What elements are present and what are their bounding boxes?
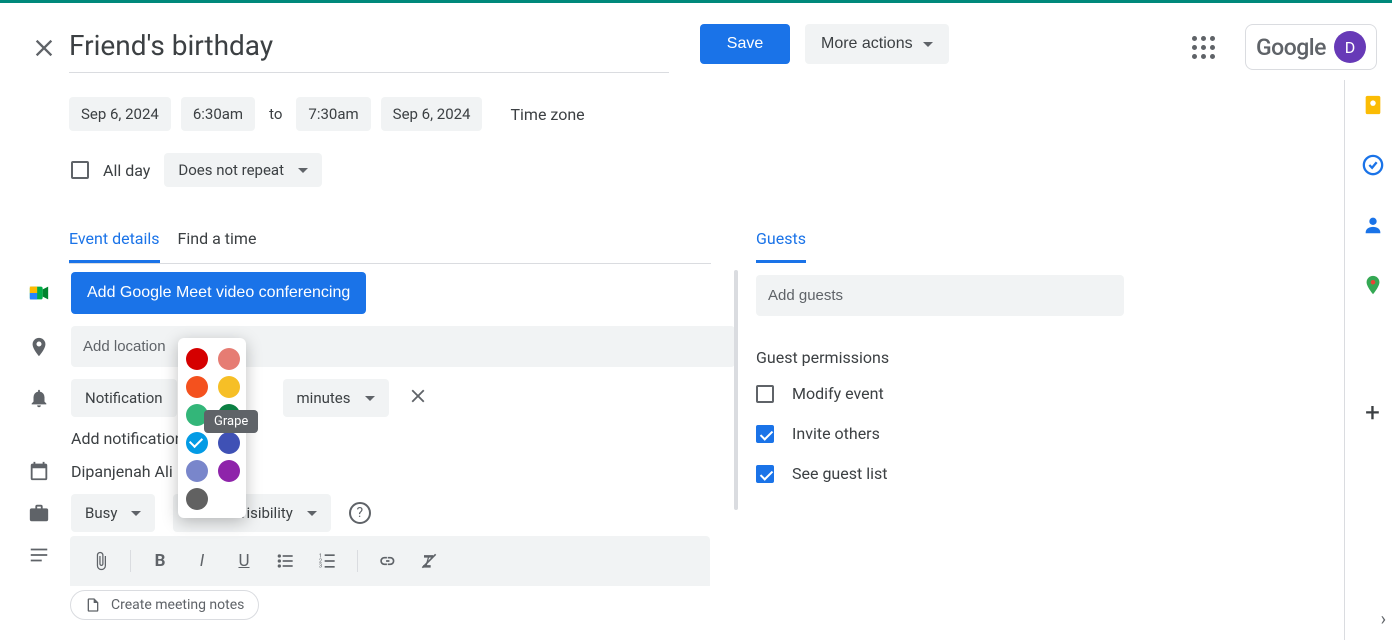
end-date-chip[interactable]: Sep 6, 2024 [381, 97, 483, 131]
save-button[interactable]: Save [700, 24, 790, 64]
maps-icon[interactable] [1362, 274, 1384, 296]
tab-event-details[interactable]: Event details [69, 221, 160, 263]
color-swatch-grape[interactable] [218, 460, 240, 482]
color-swatch-flamingo[interactable] [218, 348, 240, 370]
chevron-down-icon [923, 42, 933, 47]
calendar-icon [28, 460, 50, 482]
underline-button[interactable]: U [225, 546, 263, 576]
all-day-label: All day [103, 161, 150, 180]
color-swatch-tomato[interactable] [186, 348, 208, 370]
color-tooltip: Grape [204, 410, 258, 433]
see-guest-list-label: See guest list [792, 464, 887, 483]
to-label: to [265, 105, 286, 123]
more-actions-label: More actions [821, 35, 913, 53]
chevron-down-icon [307, 511, 317, 516]
clear-formatting-button[interactable] [410, 546, 448, 576]
close-icon [30, 34, 58, 62]
modify-event-label: Modify event [792, 384, 884, 403]
notification-type-select[interactable]: Notification [71, 379, 177, 417]
color-swatch-lavender[interactable] [186, 460, 208, 482]
collapse-side-panel-button[interactable]: › [1381, 609, 1386, 630]
numbered-list-button[interactable]: 123 [309, 546, 347, 576]
remove-notification-button[interactable] [407, 385, 429, 411]
add-guests-input[interactable] [756, 275, 1124, 316]
invite-others-label: Invite others [792, 424, 880, 443]
notification-unit-select[interactable]: minutes [283, 379, 389, 417]
tab-find-a-time[interactable]: Find a time [178, 221, 257, 263]
add-google-meet-button[interactable]: Add Google Meet video conferencing [71, 272, 366, 314]
contacts-icon[interactable] [1362, 214, 1384, 236]
modify-event-checkbox[interactable] [756, 385, 774, 403]
attach-file-button[interactable] [82, 546, 120, 576]
guest-permissions-title: Guest permissions [756, 348, 889, 367]
window-accent-bar [0, 0, 1392, 3]
invite-others-checkbox[interactable] [756, 425, 774, 443]
pane-divider [734, 270, 738, 510]
chevron-down-icon [365, 396, 375, 401]
all-day-checkbox[interactable] [71, 161, 89, 179]
availability-select[interactable]: Busy [71, 494, 155, 532]
chevron-down-icon [298, 168, 308, 173]
color-swatch-tangerine[interactable] [186, 376, 208, 398]
end-time-chip[interactable]: 7:30am [296, 97, 370, 131]
bold-button[interactable]: B [141, 546, 179, 576]
description-toolbar: B I U 123 [70, 536, 710, 586]
start-date-chip[interactable]: Sep 6, 2024 [69, 97, 171, 131]
location-input[interactable] [71, 326, 735, 367]
tasks-icon[interactable] [1362, 154, 1384, 176]
google-logo-text: Google [1256, 34, 1326, 61]
close-icon [407, 385, 429, 407]
add-addon-button[interactable]: + [1362, 402, 1384, 424]
more-actions-button[interactable]: More actions [805, 24, 949, 64]
timezone-button[interactable]: Time zone [510, 105, 584, 124]
start-time-chip[interactable]: 6:30am [181, 97, 255, 131]
keep-icon[interactable] [1362, 94, 1384, 116]
bell-icon [28, 387, 50, 409]
color-swatch-blueberry[interactable] [218, 432, 240, 454]
google-apps-button[interactable] [1192, 36, 1215, 59]
insert-link-button[interactable] [368, 546, 406, 576]
italic-button[interactable]: I [183, 546, 221, 576]
location-icon [28, 336, 50, 358]
avatar[interactable]: D [1334, 31, 1366, 63]
document-icon [85, 597, 101, 613]
briefcase-icon [28, 502, 50, 524]
color-swatch-banana[interactable] [218, 376, 240, 398]
create-meeting-notes-button[interactable]: Create meeting notes [70, 590, 259, 620]
close-button[interactable] [30, 34, 58, 62]
side-panel: + [1344, 80, 1400, 640]
color-swatch-peacock[interactable] [186, 432, 208, 454]
bulleted-list-button[interactable] [267, 546, 305, 576]
color-swatch-graphite[interactable] [186, 488, 208, 510]
description-icon [28, 544, 50, 566]
google-meet-icon [28, 282, 50, 304]
see-guest-list-checkbox[interactable] [756, 465, 774, 483]
account-chip[interactable]: Google D [1245, 24, 1377, 70]
repeat-select[interactable]: Does not repeat [164, 153, 322, 187]
tab-guests[interactable]: Guests [756, 221, 806, 263]
calendar-owner-label[interactable]: Dipanjenah Ali [71, 462, 173, 481]
add-notification-button[interactable]: Add notification [71, 429, 184, 448]
chevron-down-icon [131, 511, 141, 516]
svg-text:3: 3 [319, 564, 322, 570]
visibility-help-icon[interactable]: ? [349, 502, 371, 524]
event-title-input[interactable] [69, 25, 669, 73]
